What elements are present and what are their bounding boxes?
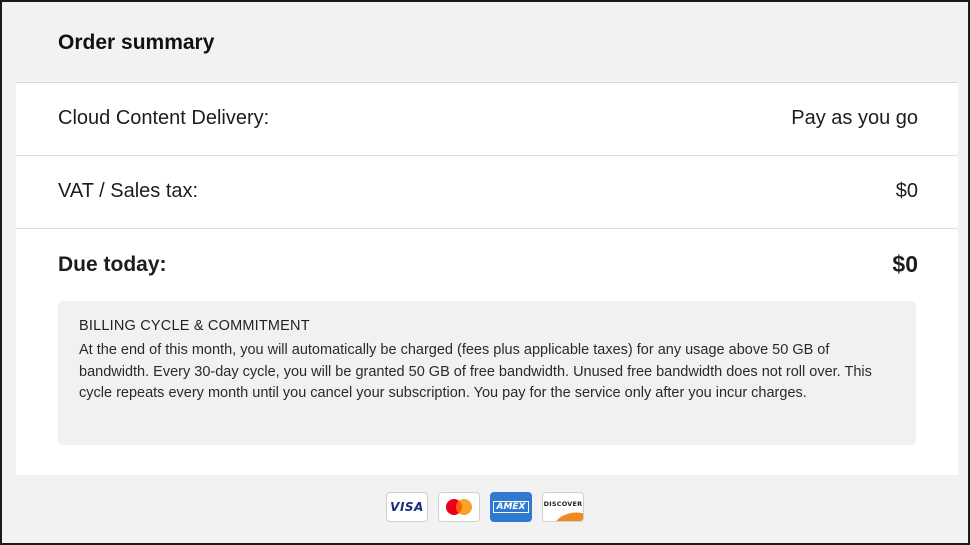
discover-card-icon: DISCOVER [542,492,584,522]
billing-cycle-text: At the end of this month, you will autom… [79,342,872,401]
page-title: Order summary [58,31,215,54]
line-item-value: $0 [895,180,918,202]
order-summary-header: Order summary [16,2,958,83]
billing-cycle-title: BILLING CYCLE & COMMITMENT [79,318,310,334]
due-today-label: Due today: [58,253,167,276]
due-today-amount: $0 [892,251,918,277]
visa-card-icon: VISA [386,492,428,522]
visa-card-text: VISA [390,500,424,514]
line-item-value: Pay as you go [791,107,918,129]
discover-card-text: DISCOVER [543,500,583,508]
mastercard-logo [446,499,472,515]
due-today-row: Due today: $0 [16,229,958,299]
amex-card-text: AMEX [493,501,529,513]
amex-card-icon: AMEX [490,492,532,522]
line-item-cloud-content-delivery: Cloud Content Delivery: Pay as you go [16,83,958,156]
order-summary-body: Cloud Content Delivery: Pay as you go VA… [16,83,958,475]
discover-swoosh [553,509,583,521]
line-item-label: Cloud Content Delivery: [58,107,270,129]
order-summary-panel: Order summary Cloud Content Delivery: Pa… [16,2,958,543]
window-frame: Order summary Cloud Content Delivery: Pa… [0,0,970,545]
line-item-vat-sales-tax: VAT / Sales tax: $0 [16,156,958,229]
line-item-label: VAT / Sales tax: [58,180,199,202]
billing-cycle-notice: BILLING CYCLE & COMMITMENT At the end of… [58,301,916,445]
payment-card-icons: VISA AMEX DISCOVER [386,492,584,524]
payment-methods-footer: VISA AMEX DISCOVER [16,475,958,543]
mastercard-card-icon [438,492,480,522]
